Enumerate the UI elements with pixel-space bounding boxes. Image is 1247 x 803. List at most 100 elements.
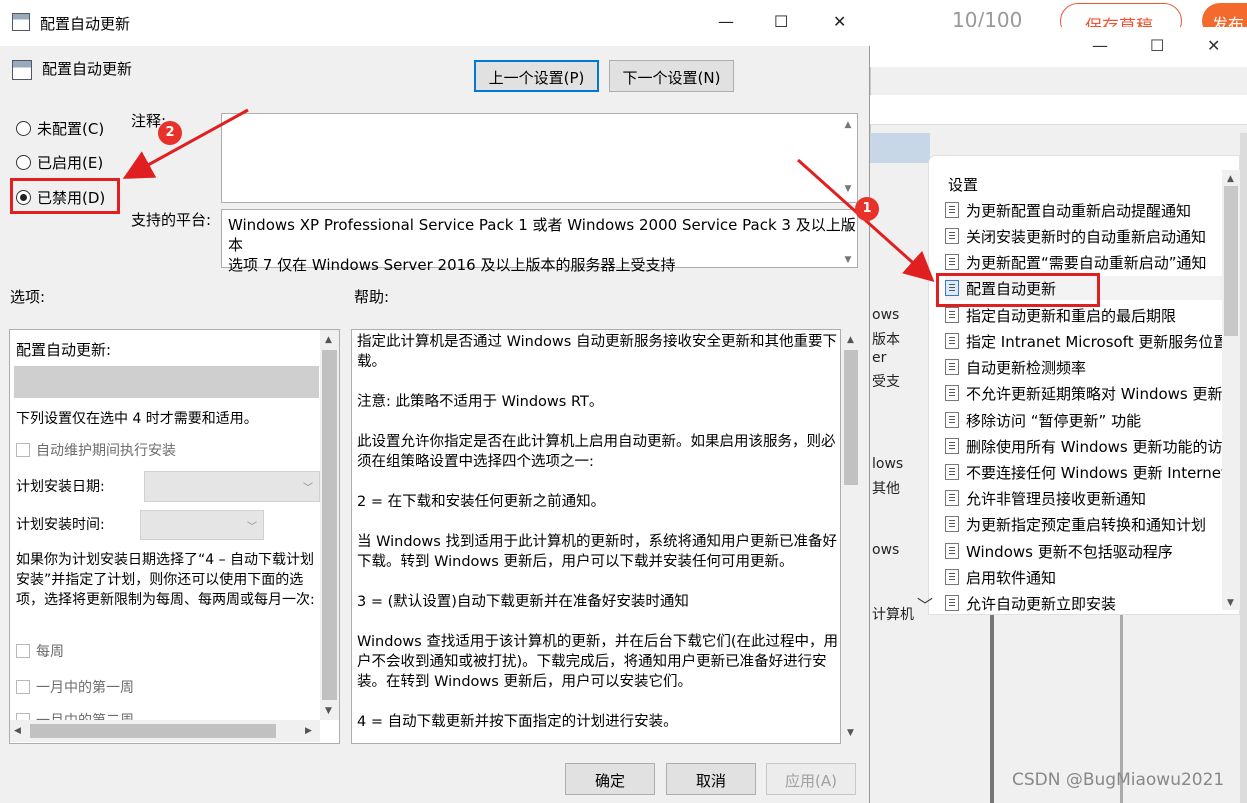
scroll-down-icon[interactable]: ▼	[841, 184, 855, 194]
scroll-down-icon[interactable]: ▼	[841, 250, 855, 270]
policy-item[interactable]: 为更新指定预定重启转换和通知计划	[945, 512, 1239, 536]
prev-setting-button[interactable]: 上一个设置(P)	[474, 60, 599, 92]
scroll-up-icon[interactable]: ▲	[325, 335, 332, 345]
policy-icon	[945, 333, 959, 349]
maximize-icon[interactable]: ☐	[1150, 36, 1164, 55]
background-toolbar	[870, 95, 1247, 125]
watermark: CSDN @BugMiaowu2021	[1012, 770, 1225, 790]
apply-button[interactable]: 应用(A)	[766, 763, 856, 795]
close-icon[interactable]: ✕	[1207, 36, 1220, 55]
schedule-time-select[interactable]: ﹀	[140, 510, 264, 540]
comment-textarea[interactable]: ▲ ▼	[221, 113, 858, 203]
maximize-icon[interactable]: ☐	[774, 12, 788, 31]
cancel-button[interactable]: 取消	[666, 763, 756, 795]
policy-item[interactable]: 指定 Intranet Microsoft 更新服务位置	[945, 329, 1239, 353]
annotation-badge-2: 2	[158, 121, 182, 145]
options-label: 选项:	[10, 288, 46, 306]
help-paragraph: 2 = 在下载和安装任何更新之前通知。	[357, 494, 606, 510]
policy-icon	[945, 490, 959, 506]
scroll-down-icon[interactable]: ▼	[1227, 598, 1234, 608]
first-week-checkbox[interactable]: 一月中的第一周	[16, 677, 134, 697]
minimize-icon[interactable]: —	[1092, 36, 1108, 55]
setting-heading: 配置自动更新	[42, 60, 133, 78]
checkbox-box	[16, 680, 30, 694]
annotation-highlight-disabled	[10, 178, 120, 214]
policy-item[interactable]: 为更新配置自动重新启动提醒通知	[945, 198, 1239, 222]
maintenance-install-checkbox[interactable]: 自动维护期间执行安装	[16, 440, 176, 460]
scroll-up-icon[interactable]: ▲	[841, 120, 855, 130]
policy-item[interactable]: 不要连接任何 Windows 更新 Internet 位置	[945, 460, 1239, 484]
schedule-time-label: 计划安装时间:	[16, 517, 105, 533]
radio-enabled[interactable]: 已启用(E)	[16, 152, 103, 173]
chevron-down-icon[interactable]: ﹀	[917, 592, 933, 616]
policy-icon	[945, 569, 959, 585]
scroll-up-icon[interactable]: ▲	[1227, 174, 1234, 184]
dialog-title: 配置自动更新	[40, 15, 131, 33]
background-text-fragment: 受支	[872, 374, 900, 390]
supported-platform-box: Windows XP Professional Service Pack 1 或…	[221, 209, 858, 274]
background-scroll-edge	[1240, 133, 1247, 803]
configure-auto-update-label: 配置自动更新:	[16, 341, 112, 359]
policy-list: 设置 为更新配置自动重新启动提醒通知 关闭安装更新时的自动重新启动通知 为更新配…	[928, 155, 1240, 615]
policy-icon	[945, 254, 959, 270]
platform-label: 支持的平台:	[131, 211, 212, 229]
annotation-highlight-policy	[936, 273, 1100, 307]
scroll-up-icon[interactable]: ▲	[841, 216, 855, 236]
scroll-down-icon[interactable]: ▼	[847, 728, 854, 738]
background-titlebar	[870, 27, 1247, 67]
policy-icon	[945, 202, 959, 218]
close-icon[interactable]: ✕	[833, 12, 846, 31]
background-text-fragment: ows	[872, 307, 900, 323]
policy-icon	[12, 13, 30, 31]
policy-item[interactable]: 不允许更新延期策略对 Windows 更新扫描	[945, 381, 1239, 405]
policy-item[interactable]: 自动更新检测频率	[945, 355, 1239, 379]
policy-icon	[945, 412, 959, 428]
platform-text: Windows XP Professional Service Pack 1 或…	[228, 216, 856, 254]
policy-icon	[12, 60, 32, 80]
policy-icon	[945, 464, 959, 480]
next-setting-button[interactable]: 下一个设置(N)	[609, 60, 734, 92]
weekly-checkbox[interactable]: 每周	[16, 641, 64, 661]
options-note: 下列设置仅在选中 4 时才需要和适用。	[16, 411, 258, 427]
schedule-day-label: 计划安装日期:	[16, 479, 105, 495]
policy-icon	[945, 595, 959, 611]
options-scroll-thumb[interactable]	[322, 350, 337, 700]
policy-item[interactable]: 删除使用所有 Windows 更新功能的访问	[945, 434, 1239, 458]
radio-circle	[16, 121, 31, 136]
options-pane: 配置自动更新: 下列设置仅在选中 4 时才需要和适用。 自动维护期间执行安装 计…	[9, 329, 340, 744]
scroll-down-icon[interactable]: ▼	[325, 706, 332, 716]
help-label: 帮助:	[354, 288, 390, 306]
policy-item[interactable]: 启用软件通知	[945, 565, 1239, 589]
minimize-icon[interactable]: —	[718, 12, 734, 31]
policy-icon	[945, 543, 959, 559]
checkbox-box	[16, 644, 30, 658]
scroll-left-icon[interactable]: ◀	[14, 726, 21, 736]
help-paragraph: 指定此计算机是否通过 Windows 自动更新服务接收安全更新和其他重要下载。	[357, 334, 837, 370]
policy-item[interactable]: Windows 更新不包括驱动程序	[945, 539, 1239, 563]
policy-item[interactable]: 允许自动更新立即安装	[945, 591, 1239, 614]
background-text-fragment: er	[872, 350, 887, 366]
policy-list-scroll-thumb[interactable]	[1224, 186, 1238, 336]
scroll-right-icon[interactable]: ▶	[305, 726, 312, 736]
policy-icon	[945, 438, 959, 454]
radio-circle	[16, 155, 31, 170]
policy-icon	[945, 516, 959, 532]
help-paragraph: 当 Windows 找到适用于此计算机的更新时，系统将通知用户更新已准备好下载。…	[357, 534, 837, 570]
schedule-day-select[interactable]: ﹀	[144, 471, 320, 502]
help-scroll-thumb[interactable]	[844, 350, 858, 485]
background-text-fragment: 版本	[872, 332, 900, 348]
ok-button[interactable]: 确定	[565, 763, 655, 795]
policy-item[interactable]: 关闭安装更新时的自动重新启动通知	[945, 224, 1239, 248]
policy-icon	[945, 228, 959, 244]
policy-item[interactable]: 允许非管理员接收更新通知	[945, 486, 1239, 510]
schedule-description: 如果你为计划安装日期选择了“4 – 自动下载计划安装”并指定了计划，则你还可以使…	[16, 552, 315, 608]
dialog-titlebar: 配置自动更新 — ☐ ✕	[0, 0, 870, 46]
policy-item[interactable]: 移除访问 “暂停更新” 功能	[945, 408, 1239, 432]
help-paragraph: 4 = 自动下载更新并按下面指定的计划进行安装。	[357, 714, 678, 730]
options-horizontal-thumb[interactable]	[30, 724, 276, 738]
radio-not-configured[interactable]: 未配置(C)	[16, 118, 104, 139]
background-header-band	[870, 133, 930, 163]
policy-item[interactable]: 为更新配置“需要自动重新启动”通知	[945, 250, 1239, 274]
scroll-up-icon[interactable]: ▲	[847, 335, 854, 345]
configure-auto-update-combo[interactable]	[14, 366, 319, 398]
